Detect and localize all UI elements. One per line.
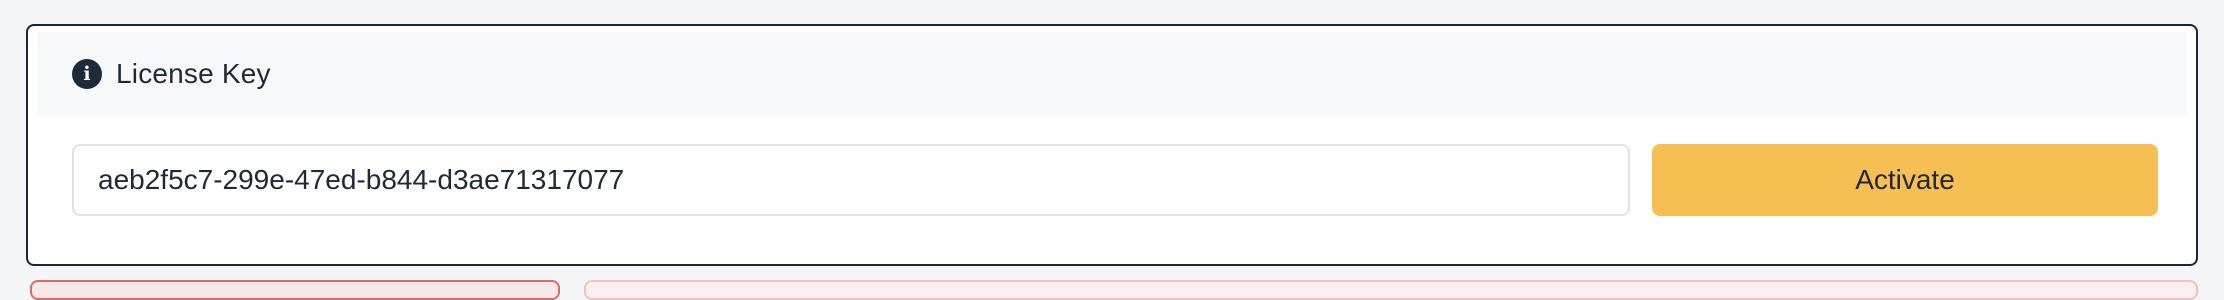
license-key-input[interactable]	[72, 144, 1630, 216]
activate-button[interactable]: Activate	[1652, 144, 2158, 216]
alert-panel-left	[30, 280, 560, 300]
license-card: i License Key Activate	[26, 24, 2198, 266]
info-icon: i	[72, 59, 102, 89]
alert-panel-right	[584, 280, 2198, 300]
card-title: License Key	[116, 58, 271, 89]
card-header: i License Key	[38, 32, 2186, 116]
